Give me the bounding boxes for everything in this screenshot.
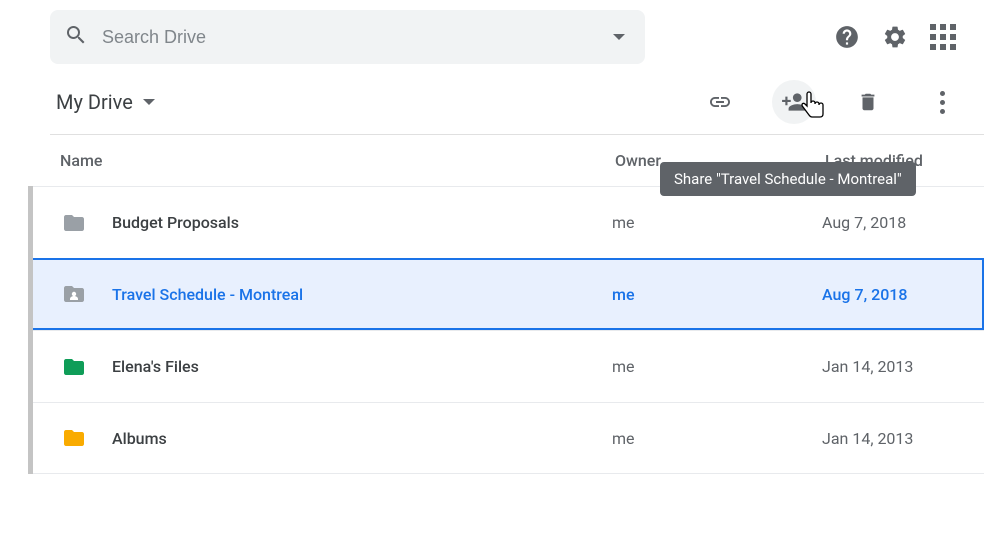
apps-grid-icon[interactable] [930, 24, 956, 50]
file-modified: Jan 14, 2013 [822, 429, 984, 448]
file-name: Travel Schedule - Montreal [112, 285, 612, 304]
folder-icon [60, 211, 88, 235]
get-link-button[interactable] [698, 80, 742, 124]
share-tooltip: Share "Travel Schedule - Montreal" [660, 162, 916, 196]
file-name: Albums [112, 429, 612, 448]
file-owner: me [612, 213, 822, 232]
folder-icon [60, 355, 88, 379]
search-icon [64, 23, 88, 51]
file-row[interactable]: Budget ProposalsmeAug 7, 2018 [28, 186, 984, 258]
folder-icon [60, 282, 88, 306]
breadcrumb-label: My Drive [56, 90, 133, 114]
file-modified: Aug 7, 2018 [822, 213, 984, 232]
file-name: Budget Proposals [112, 213, 612, 232]
more-vert-icon [940, 91, 945, 114]
file-row[interactable]: AlbumsmeJan 14, 2013 [28, 402, 984, 474]
file-owner: me [612, 357, 822, 376]
file-list: Budget ProposalsmeAug 7, 2018Travel Sche… [28, 186, 984, 474]
chevron-down-icon [143, 99, 155, 105]
column-name[interactable]: Name [60, 151, 615, 170]
help-icon[interactable] [834, 24, 860, 50]
topbar [0, 0, 984, 74]
scroll-indicator[interactable] [28, 186, 33, 474]
file-owner: me [612, 429, 822, 448]
folder-icon [60, 426, 88, 450]
file-row[interactable]: Elena's FilesmeJan 14, 2013 [28, 330, 984, 402]
search-options-dropdown-icon[interactable] [613, 34, 625, 40]
action-icons [698, 80, 964, 124]
file-name: Elena's Files [112, 357, 612, 376]
delete-button[interactable] [846, 80, 890, 124]
file-owner: me [612, 285, 822, 304]
file-row[interactable]: Travel Schedule - MontrealmeAug 7, 2018 [28, 258, 984, 330]
file-modified: Aug 7, 2018 [822, 285, 982, 304]
search-box[interactable] [50, 10, 645, 64]
breadcrumb[interactable]: My Drive [56, 90, 155, 114]
share-button[interactable] [772, 80, 816, 124]
file-modified: Jan 14, 2013 [822, 357, 984, 376]
toolbar: My Drive [0, 74, 984, 134]
more-options-button[interactable] [920, 80, 964, 124]
gear-icon[interactable] [882, 24, 908, 50]
top-icons [834, 24, 956, 50]
search-input[interactable] [100, 26, 601, 49]
